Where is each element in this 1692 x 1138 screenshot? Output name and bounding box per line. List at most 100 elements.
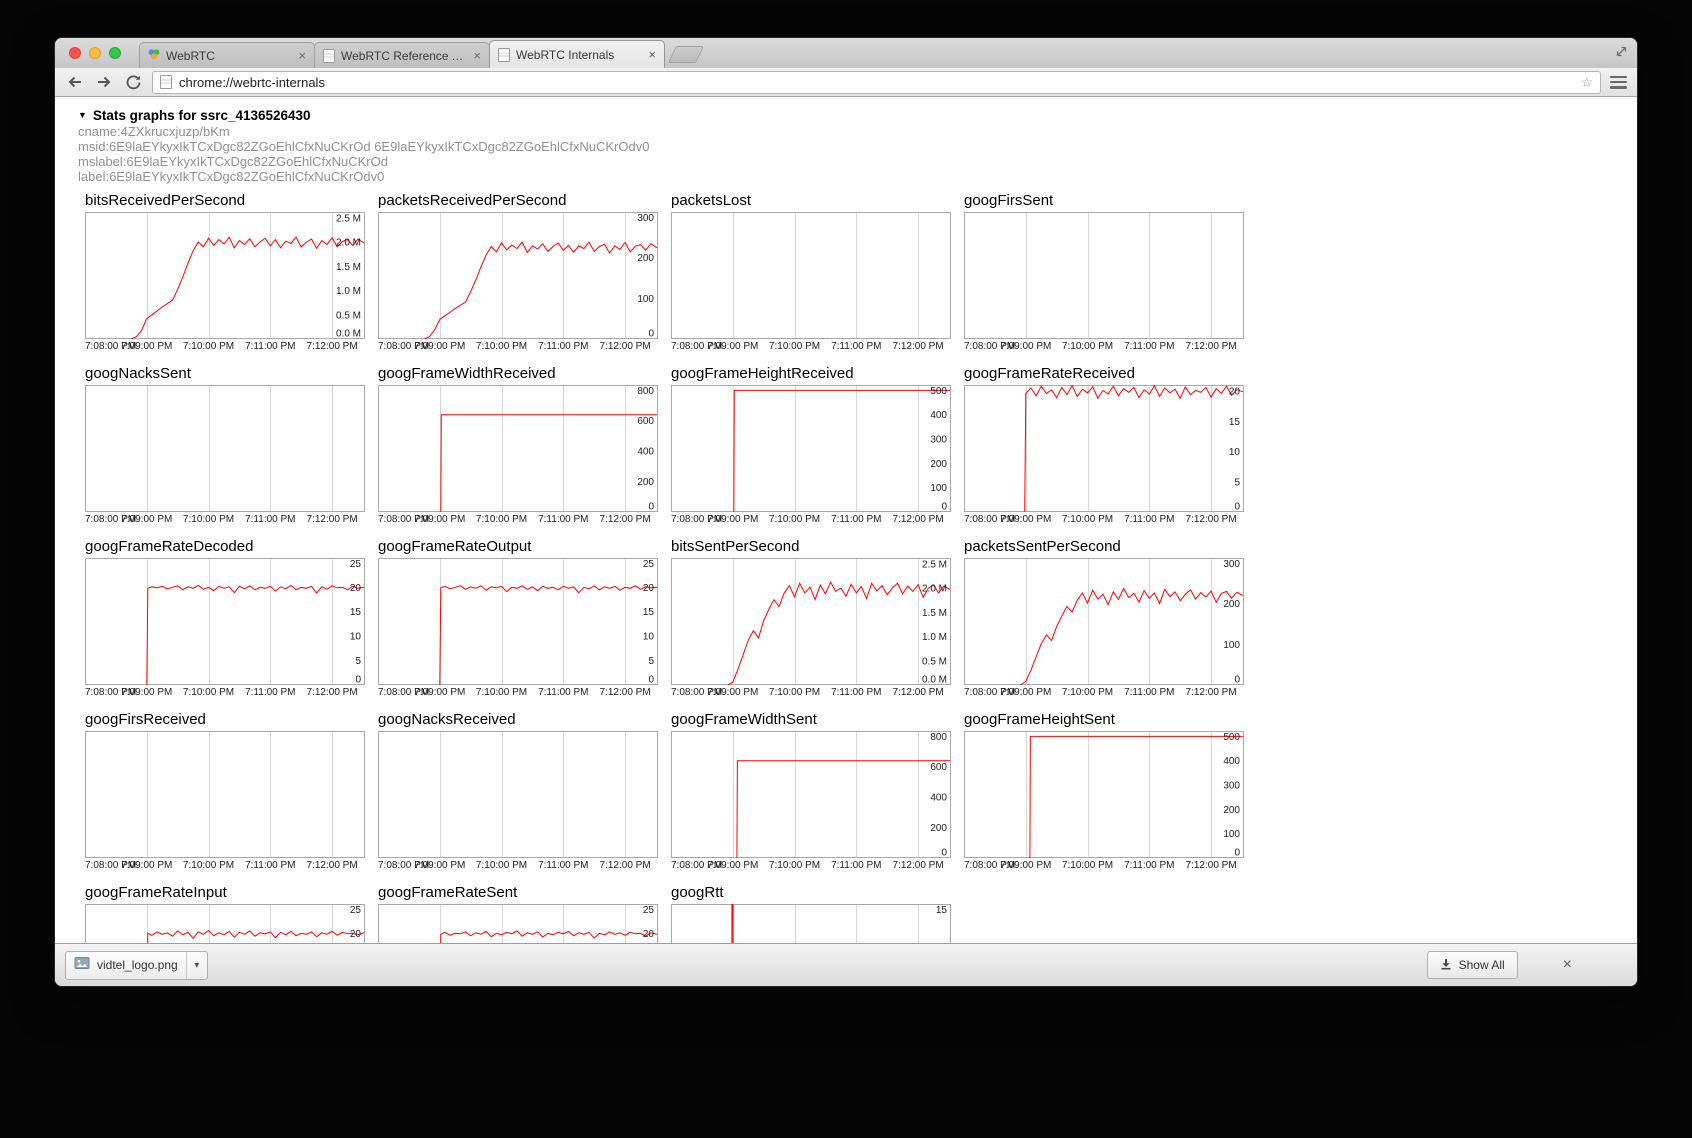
chart-googFrameWidthReceived: googFrameWidthReceived80060040020007:08:… — [378, 365, 671, 526]
chart-googNacksReceived: googNacksReceived7:08:00 PM7:09:00 PM7:1… — [378, 711, 671, 872]
x-axis-label: 7:09:00 PM — [121, 514, 172, 525]
y-axis-tick: 20 — [643, 929, 655, 940]
x-axis-labels: 7:08:00 PM7:09:00 PM7:10:00 PM7:11:00 PM… — [671, 340, 964, 353]
chart-packetsSentPerSecond: packetsSentPerSecond30020010007:08:00 PM… — [964, 538, 1257, 699]
chart-title: googFrameWidthReceived — [378, 365, 671, 383]
y-axis-tick: 0 — [355, 675, 361, 686]
reload-button[interactable] — [123, 72, 143, 92]
chart-plot: 8006004002000 — [671, 731, 951, 858]
y-axis-tick: 300 — [637, 213, 654, 224]
x-axis-label: 7:09:00 PM — [707, 860, 758, 871]
url-text[interactable]: chrome://webrtc-internals — [179, 75, 325, 90]
zoom-window-button[interactable] — [109, 47, 121, 59]
y-axis-tick: 600 — [637, 416, 654, 427]
chart-plot: 5004003002001000 — [671, 385, 951, 512]
chart-title: packetsLost — [671, 192, 964, 210]
tab-webrtc[interactable]: WebRTC × — [139, 42, 315, 68]
x-axis-labels: 7:08:00 PM7:09:00 PM7:10:00 PM7:11:00 PM… — [378, 686, 671, 699]
x-axis-label: 7:11:00 PM — [831, 341, 881, 352]
y-axis-tick: 400 — [930, 410, 947, 421]
chart-bitsSentPerSecond: bitsSentPerSecond2.5 M2.0 M1.5 M1.0 M0.5… — [671, 538, 964, 699]
chart-title: googNacksSent — [85, 365, 378, 383]
x-axis-label: 7:10:00 PM — [476, 341, 527, 352]
x-axis-label: 7:10:00 PM — [1062, 341, 1113, 352]
y-axis-tick: 5 — [1234, 477, 1240, 488]
x-axis-label: 7:12:00 PM — [307, 860, 358, 871]
y-axis-tick: 200 — [1223, 599, 1240, 610]
tab-webrtc-internals[interactable]: WebRTC Internals × — [489, 40, 665, 68]
menu-icon[interactable] — [1610, 76, 1627, 89]
chart-plot: 8006004002000 — [378, 385, 658, 512]
download-bar-close-icon[interactable]: × — [1563, 957, 1572, 973]
y-axis-tick: 200 — [1223, 805, 1240, 816]
new-tab-button[interactable] — [668, 46, 704, 63]
y-axis-tick: 0 — [648, 675, 654, 686]
y-axis-tick: 5 — [648, 656, 654, 667]
x-axis-label: 7:09:00 PM — [414, 341, 465, 352]
x-axis-labels: 7:08:00 PM7:09:00 PM7:10:00 PM7:11:00 PM… — [964, 859, 1257, 872]
chart-plot: 2520151050 — [85, 558, 365, 685]
y-axis-tick: 25 — [643, 905, 655, 916]
stats-section-header[interactable]: ▼ Stats graphs for ssrc_4136526430 — [78, 106, 1637, 124]
y-axis-tick: 20 — [350, 583, 362, 594]
x-axis-label: 7:09:00 PM — [1000, 514, 1051, 525]
tab-webrtc-reference-app[interactable]: WebRTC Reference App × — [314, 42, 490, 68]
page-favicon-icon — [323, 49, 335, 63]
x-axis-label: 7:12:00 PM — [307, 687, 358, 698]
fullscreen-icon[interactable] — [1615, 45, 1628, 63]
forward-button[interactable] — [94, 72, 114, 92]
y-axis-tick: 100 — [1223, 829, 1240, 840]
y-axis-tick: 2.5 M — [336, 213, 361, 224]
y-axis-tick: 0 — [941, 502, 947, 513]
download-menu-chevron-icon[interactable]: ▾ — [187, 960, 207, 971]
x-axis-label: 7:09:00 PM — [707, 514, 758, 525]
x-axis-label: 7:09:00 PM — [121, 687, 172, 698]
page-content: ▼ Stats graphs for ssrc_4136526430 cname… — [55, 96, 1637, 986]
tabs: WebRTC × WebRTC Reference App × WebRTC I… — [139, 38, 700, 68]
x-axis-label: 7:10:00 PM — [1062, 860, 1113, 871]
download-item[interactable]: vidtel_logo.png ▾ — [65, 951, 208, 980]
y-axis-tick: 300 — [930, 435, 947, 446]
ssrc-meta-msid: msid:6E9laEYkyxIkTCxDgc82ZGoEhlCfxNuCKrO… — [78, 139, 1637, 154]
chart-title: googFrameRateDecoded — [85, 538, 378, 556]
collapse-caret-icon[interactable]: ▼ — [78, 110, 87, 120]
chart-title: googRtt — [671, 884, 964, 902]
page-icon — [160, 75, 172, 89]
show-all-downloads-button[interactable]: Show All — [1427, 951, 1518, 979]
y-axis-tick: 2.0 M — [336, 238, 361, 249]
y-axis-tick: 100 — [1223, 640, 1240, 651]
x-axis-label: 7:10:00 PM — [769, 341, 820, 352]
y-axis-tick: 200 — [637, 477, 654, 488]
chart-googFrameWidthSent: googFrameWidthSent80060040020007:08:00 P… — [671, 711, 964, 872]
back-button[interactable] — [65, 72, 85, 92]
chart-googFrameRateReceived: googFrameRateReceived201510507:08:00 PM7… — [964, 365, 1257, 526]
ssrc-meta-label: label:6E9laEYkyxIkTCxDgc82ZGoEhlCfxNuCKr… — [78, 169, 1637, 184]
y-axis-tick: 300 — [1223, 781, 1240, 792]
x-axis-label: 7:09:00 PM — [414, 687, 465, 698]
tab-close-icon[interactable]: × — [473, 49, 481, 62]
chart-title: googFrameHeightReceived — [671, 365, 964, 383]
close-window-button[interactable] — [69, 47, 81, 59]
y-axis-tick: 1.5 M — [922, 608, 947, 619]
y-axis-tick: 0.5 M — [336, 310, 361, 321]
bookmark-star-icon[interactable]: ☆ — [1580, 75, 1593, 89]
tab-close-icon[interactable]: × — [298, 49, 306, 62]
tab-close-icon[interactable]: × — [648, 48, 656, 61]
x-axis-label: 7:12:00 PM — [893, 341, 944, 352]
x-axis-label: 7:11:00 PM — [1124, 860, 1174, 871]
chart-title: bitsReceivedPerSecond — [85, 192, 378, 210]
x-axis-label: 7:10:00 PM — [183, 860, 234, 871]
y-axis-tick: 200 — [930, 823, 947, 834]
y-axis-tick: 400 — [637, 447, 654, 458]
minimize-window-button[interactable] — [89, 47, 101, 59]
x-axis-label: 7:12:00 PM — [1186, 860, 1237, 871]
chart-title: packetsSentPerSecond — [964, 538, 1257, 556]
address-bar[interactable]: chrome://webrtc-internals ☆ — [152, 71, 1601, 94]
y-axis-tick: 15 — [1229, 417, 1241, 428]
y-axis-tick: 15 — [936, 905, 948, 916]
x-axis-label: 7:10:00 PM — [769, 860, 820, 871]
x-axis-label: 7:09:00 PM — [1000, 860, 1051, 871]
chart-plot — [671, 212, 951, 339]
x-axis-label: 7:10:00 PM — [476, 514, 527, 525]
y-axis-tick: 1.0 M — [336, 286, 361, 297]
